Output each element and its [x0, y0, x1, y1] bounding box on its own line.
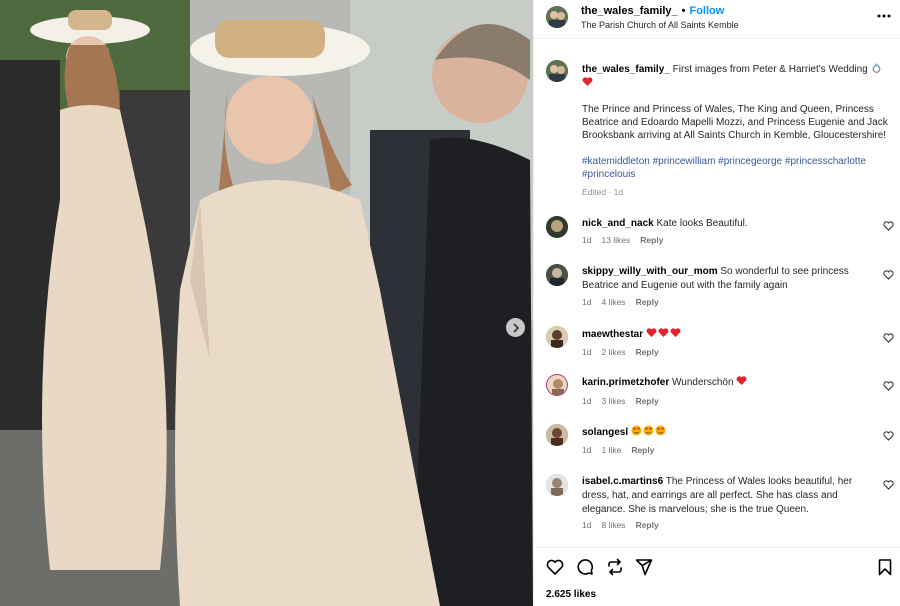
- more-horizontal-icon[interactable]: [876, 10, 892, 22]
- commenter-avatar[interactable]: [546, 326, 568, 348]
- heart-eyes-emoji-icon: [643, 425, 654, 436]
- comment-like-count[interactable]: 8 likes: [601, 520, 625, 530]
- separator-dot: •: [681, 5, 686, 17]
- comment-like-count[interactable]: 13 likes: [601, 235, 630, 245]
- header-user-line: the_wales_family_ • Follow: [581, 5, 724, 17]
- send-icon[interactable]: [635, 558, 653, 576]
- red-heart-emoji-icon: [736, 376, 747, 385]
- post-caption: the_wales_family_ First images from Pete…: [582, 62, 894, 194]
- repost-icon[interactable]: [606, 558, 624, 576]
- follow-button[interactable]: Follow: [689, 5, 724, 17]
- comment-like-count[interactable]: 2 likes: [601, 347, 625, 357]
- reply-button[interactable]: Reply: [636, 396, 659, 406]
- red-heart-emoji-icon: [670, 328, 681, 337]
- red-heart-emoji-icon: [658, 328, 669, 337]
- ring-emoji-icon: [872, 63, 880, 73]
- comment-username[interactable]: karin.primetzhofer: [582, 377, 669, 388]
- comment-username[interactable]: solangesl: [582, 427, 628, 438]
- heart-icon[interactable]: [546, 558, 564, 576]
- comment-username[interactable]: nick_and_nack: [582, 218, 654, 229]
- post-location[interactable]: The Parish Church of All Saints Kemble: [581, 20, 739, 30]
- comment-username[interactable]: skippy_willy_with_our_mom: [582, 266, 718, 277]
- post-photo[interactable]: [0, 0, 533, 606]
- post-sidebar: the_wales_family_ • Follow The Parish Chur…: [533, 0, 900, 606]
- commenter-avatar[interactable]: [546, 424, 568, 446]
- caption-edited-time: Edited · 1d: [582, 187, 624, 197]
- post-image: [0, 0, 533, 606]
- commenter-avatar[interactable]: [546, 374, 568, 396]
- comments-scroll-area[interactable]: the_wales_family_ First images from Pete…: [534, 40, 900, 547]
- comment-age: 1d: [582, 445, 592, 455]
- comment-text: Wunderschön: [672, 377, 734, 388]
- heart-outline-icon[interactable]: [883, 333, 894, 343]
- comment-age: 1d: [582, 297, 592, 307]
- caption-hashtags[interactable]: #katemiddleton #princewilliam #princegeo…: [582, 155, 894, 181]
- heart-outline-icon[interactable]: [883, 270, 894, 280]
- comment-username[interactable]: maewthestar: [582, 329, 643, 340]
- commenter-avatar[interactable]: [546, 264, 568, 286]
- heart-outline-icon[interactable]: [883, 431, 894, 441]
- reply-button[interactable]: Reply: [631, 445, 654, 455]
- likes-count[interactable]: 2.625 likes: [546, 589, 596, 600]
- caption-avatar[interactable]: [546, 60, 568, 82]
- comment-age: 1d: [582, 347, 592, 357]
- heart-outline-icon[interactable]: [883, 221, 894, 231]
- heart-outline-icon[interactable]: [883, 480, 894, 490]
- comment-age: 1d: [582, 235, 592, 245]
- reply-button[interactable]: Reply: [636, 520, 659, 530]
- post-header: the_wales_family_ • Follow The Parish Chur…: [534, 0, 900, 39]
- heart-outline-icon[interactable]: [883, 381, 894, 391]
- comment-icon[interactable]: [576, 558, 594, 576]
- comment-like-count[interactable]: 3 likes: [601, 396, 625, 406]
- caption-body: The Prince and Princess of Wales, The Ki…: [582, 104, 888, 141]
- reply-button[interactable]: Reply: [640, 235, 663, 245]
- caption-title: First images from Peter & Harriet's Wedd…: [672, 64, 868, 75]
- heart-eyes-emoji-icon: [631, 425, 642, 436]
- heart-eyes-emoji-icon: [655, 425, 666, 436]
- red-heart-emoji-icon: [646, 328, 657, 337]
- author-avatar[interactable]: [546, 6, 568, 28]
- red-heart-emoji-icon: [582, 77, 593, 86]
- comment-like-count[interactable]: 1 like: [601, 445, 621, 455]
- commenter-avatar[interactable]: [546, 474, 568, 496]
- reply-button[interactable]: Reply: [636, 347, 659, 357]
- comment-text: Kate looks Beautiful.: [656, 218, 748, 229]
- comment-age: 1d: [582, 396, 592, 406]
- comment-username[interactable]: isabel.c.martins6: [582, 476, 663, 487]
- commenter-avatar[interactable]: [546, 216, 568, 238]
- bookmark-icon[interactable]: [876, 558, 894, 576]
- reply-button[interactable]: Reply: [636, 297, 659, 307]
- post-actions-bar: 2.625 likes: [534, 547, 900, 606]
- carousel-next-button[interactable]: [506, 318, 525, 337]
- comment-age: 1d: [582, 520, 592, 530]
- chevron-right-icon: [512, 322, 519, 333]
- author-username[interactable]: the_wales_family_: [581, 5, 678, 17]
- comment-like-count[interactable]: 4 likes: [601, 297, 625, 307]
- caption-username[interactable]: the_wales_family_: [582, 64, 670, 75]
